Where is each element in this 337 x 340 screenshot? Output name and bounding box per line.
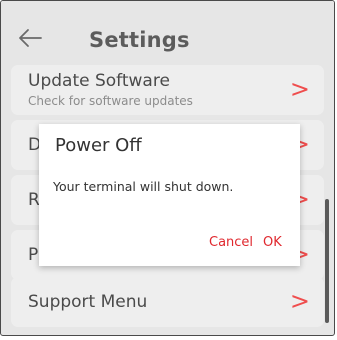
item-title: Support Menu xyxy=(28,292,148,312)
dialog-title: Power Off xyxy=(55,135,142,156)
chevron-right-icon: > xyxy=(289,75,310,103)
power-off-dialog: Power Off Your terminal will shut down. … xyxy=(39,124,300,266)
item-subtitle: Check for software updates xyxy=(28,94,193,108)
scrollbar[interactable] xyxy=(325,199,329,323)
cancel-button[interactable]: Cancel xyxy=(209,235,253,250)
page-title: Settings xyxy=(89,28,190,52)
item-title: P xyxy=(28,245,39,265)
ok-button[interactable]: OK xyxy=(263,235,282,250)
header: Settings xyxy=(1,1,334,65)
item-title: Update Software xyxy=(28,71,170,91)
dialog-message: Your terminal will shut down. xyxy=(53,179,234,194)
chevron-right-icon: > xyxy=(289,287,310,315)
menu-item-update-software[interactable]: Update Software Check for software updat… xyxy=(11,65,324,115)
back-arrow-icon[interactable] xyxy=(17,27,43,49)
menu-item-support-menu[interactable]: Support Menu > xyxy=(11,277,324,327)
device-screen: Settings Update Software Check for softw… xyxy=(0,0,335,336)
